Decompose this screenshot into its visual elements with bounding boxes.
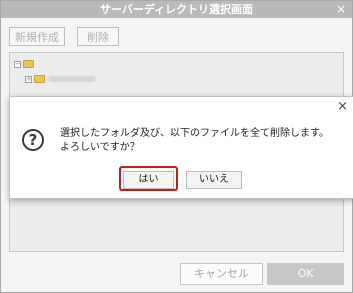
yes-button[interactable]: はい [123,171,174,189]
window-close-icon[interactable]: × [336,1,346,18]
no-button[interactable]: いいえ [186,171,242,189]
ok-button[interactable]: OK [267,263,344,285]
window-titlebar: サーバーディレクトリ選択画面 × [1,1,352,18]
dialog-message-line1: 選択したフォルダ及び、以下のファイルを全て削除します。 [60,128,329,139]
tree-child-row[interactable]: + [25,73,96,85]
delete-button[interactable]: 削除 [77,27,119,46]
question-icon: ? [22,129,44,151]
window-title: サーバーディレクトリ選択画面 [99,3,254,16]
dialog-message: 選択したフォルダ及び、以下のファイルを全て削除します。 よろしいですか？ [60,127,345,155]
folder-icon [34,75,45,83]
dialog-message-line2: よろしいですか？ [60,142,140,153]
cancel-button[interactable]: キャンセル [180,263,263,285]
redacted-folder-name [48,76,96,82]
new-button[interactable]: 新規作成 [9,27,65,46]
tree-root-row[interactable]: − [14,58,37,70]
folder-icon [23,60,34,68]
expand-icon[interactable]: + [25,75,32,83]
confirm-delete-dialog: × ? 選択したフォルダ及び、以下のファイルを全て削除します。 よろしいですか？… [9,96,353,199]
dialog-close-icon[interactable]: × [337,99,348,114]
expand-icon[interactable]: − [14,60,21,68]
